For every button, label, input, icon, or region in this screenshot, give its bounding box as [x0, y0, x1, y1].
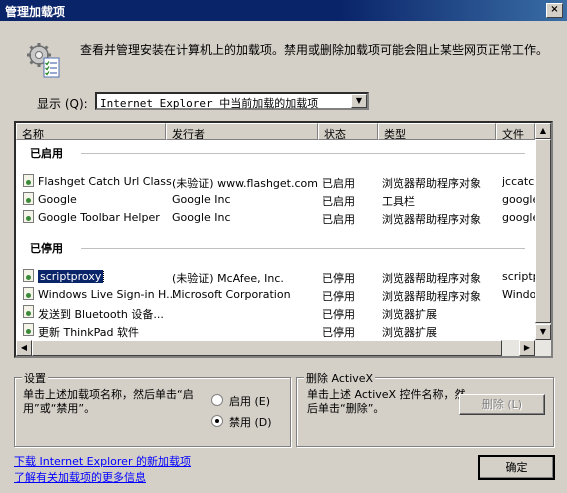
horizontal-scrollbar[interactable]: ◀ ▶ [16, 340, 535, 356]
vertical-scroll-thumb[interactable] [535, 139, 551, 323]
delete-activex-help-text: 单击上述 ActiveX 控件名称，然后单击“删除”。 [307, 388, 466, 415]
column-header-status[interactable]: 状态 [318, 123, 378, 140]
addon-name: Google [38, 193, 77, 206]
addon-file: scriptpr [502, 270, 535, 283]
addon-type: 浏览器扩展 [382, 326, 437, 339]
column-header-name[interactable]: 名称 [16, 123, 166, 140]
addon-status: 已停用 [322, 272, 355, 285]
addon-publisher: (未验证) www.flashget.com [172, 177, 318, 190]
scroll-down-icon[interactable]: ▼ [535, 324, 551, 340]
group-divider [81, 248, 525, 249]
column-header-publisher[interactable]: 发行者 [166, 123, 318, 140]
addon-type: 浏览器扩展 [382, 308, 437, 321]
addon-status: 已停用 [322, 326, 355, 339]
delete-activex-legend: 删除 ActiveX [304, 370, 376, 386]
addon-icon [23, 174, 34, 187]
addon-name: Windows Live Sign-in H... [38, 288, 177, 301]
addon-type: 工具栏 [382, 195, 415, 208]
addon-icon [23, 305, 34, 318]
addon-name: 发送到 Bluetooth 设备... [38, 308, 164, 321]
scroll-left-icon[interactable]: ◀ [16, 340, 32, 356]
list-item[interactable]: Google Toolbar Helper Google Inc 已启用 浏览器… [16, 208, 535, 226]
addon-publisher: Microsoft Corporation [172, 288, 291, 301]
group-divider [81, 153, 525, 154]
settings-legend: 设置 [22, 370, 48, 386]
disable-radio[interactable] [211, 415, 223, 427]
scroll-up-icon[interactable]: ▲ [535, 123, 551, 139]
addon-type: 浏览器帮助程序对象 [382, 272, 481, 285]
addon-name: Google Toolbar Helper [38, 211, 160, 224]
addon-name: scriptproxy [38, 270, 105, 283]
addon-status: 已启用 [322, 177, 355, 190]
addon-file: googlet [502, 211, 535, 224]
list-item[interactable]: 更新 ThinkPad 软件 已停用 浏览器扩展 [16, 321, 535, 339]
horizontal-scroll-thumb[interactable] [32, 340, 502, 356]
addon-name: 更新 ThinkPad 软件 [38, 326, 139, 339]
addon-name: Flashget Catch Url Class [38, 175, 172, 188]
addon-icon [23, 269, 34, 282]
scroll-right-icon[interactable]: ▶ [519, 340, 535, 356]
delete-button[interactable]: 删除 (L) [459, 394, 545, 415]
addon-type: 浏览器帮助程序对象 [382, 290, 481, 303]
title-bar: 管理加载项 × [0, 0, 567, 21]
addon-manager-icon [27, 43, 60, 78]
addon-file: googlet [502, 193, 535, 206]
ok-button[interactable]: 确定 [478, 455, 555, 480]
vertical-scrollbar[interactable]: ▲ ▼ [535, 123, 551, 356]
list-header: 名称 发行者 状态 类型 文件 [16, 123, 535, 140]
addon-list[interactable]: 名称 发行者 状态 类型 文件 已启用 Flashget Catch Url C… [14, 121, 553, 358]
addon-publisher: Google Inc [172, 193, 231, 206]
list-item[interactable]: 发送到 Bluetooth 设备... 已停用 浏览器扩展 [16, 303, 535, 321]
settings-group: 设置 单击上述加载项名称，然后单击“启用”或“禁用”。 启用 (E) 禁用 (D… [14, 370, 291, 447]
addon-status: 已停用 [322, 308, 355, 321]
addon-icon [23, 287, 34, 300]
enable-radio-label[interactable]: 启用 (E) [229, 393, 270, 409]
column-header-type[interactable]: 类型 [378, 123, 496, 140]
addon-icon [23, 323, 34, 336]
list-item[interactable]: Google Google Inc 已启用 工具栏 googlet [16, 190, 535, 208]
delete-activex-group: 删除 ActiveX 单击上述 ActiveX 控件名称，然后单击“删除”。 删… [296, 370, 554, 447]
show-label: 显示 (Q): [37, 97, 88, 111]
list-item[interactable]: Flashget Catch Url Class (未验证) www.flash… [16, 172, 535, 190]
close-button[interactable]: × [546, 3, 563, 18]
addon-status: 已启用 [322, 195, 355, 208]
list-item-selected[interactable]: scriptproxy (未验证) McAfee, Inc. 已停用 浏览器帮助… [16, 267, 535, 285]
chevron-down-icon[interactable]: ▼ [351, 94, 367, 108]
window-title: 管理加载项 [5, 5, 66, 19]
settings-help-text: 单击上述加载项名称，然后单击“启用”或“禁用”。 [23, 388, 194, 415]
addon-file: Window [502, 288, 535, 301]
show-dropdown-value: Internet Explorer 中当前加载的加载项 [100, 97, 319, 110]
enable-radio[interactable] [211, 394, 223, 406]
intro-text: 查看并管理安装在计算机上的加载项。禁用或删除加载项可能会阻止某些网页正常工作。 [80, 43, 549, 57]
list-item[interactable]: Windows Live Sign-in H... Microsoft Corp… [16, 285, 535, 303]
column-header-file[interactable]: 文件 [496, 123, 535, 140]
show-dropdown[interactable]: Internet Explorer 中当前加载的加载项 ▼ [95, 92, 369, 110]
addon-type: 浏览器帮助程序对象 [382, 177, 481, 190]
group-header-disabled: 已停用 [30, 242, 63, 255]
learn-more-link[interactable]: 了解有关加载项的更多信息 [14, 469, 146, 485]
addon-file: jccatch [502, 175, 535, 188]
addon-publisher: Google Inc [172, 211, 231, 224]
addon-status: 已停用 [322, 290, 355, 303]
addon-publisher: (未验证) McAfee, Inc. [172, 272, 284, 285]
disable-radio-label[interactable]: 禁用 (D) [229, 414, 272, 430]
addon-icon [23, 192, 34, 205]
addon-status: 已启用 [322, 213, 355, 226]
addon-type: 浏览器帮助程序对象 [382, 213, 481, 226]
addon-icon [23, 210, 34, 223]
download-addons-link[interactable]: 下载 Internet Explorer 的新加载项 [14, 453, 191, 469]
group-header-enabled: 已启用 [30, 147, 63, 160]
